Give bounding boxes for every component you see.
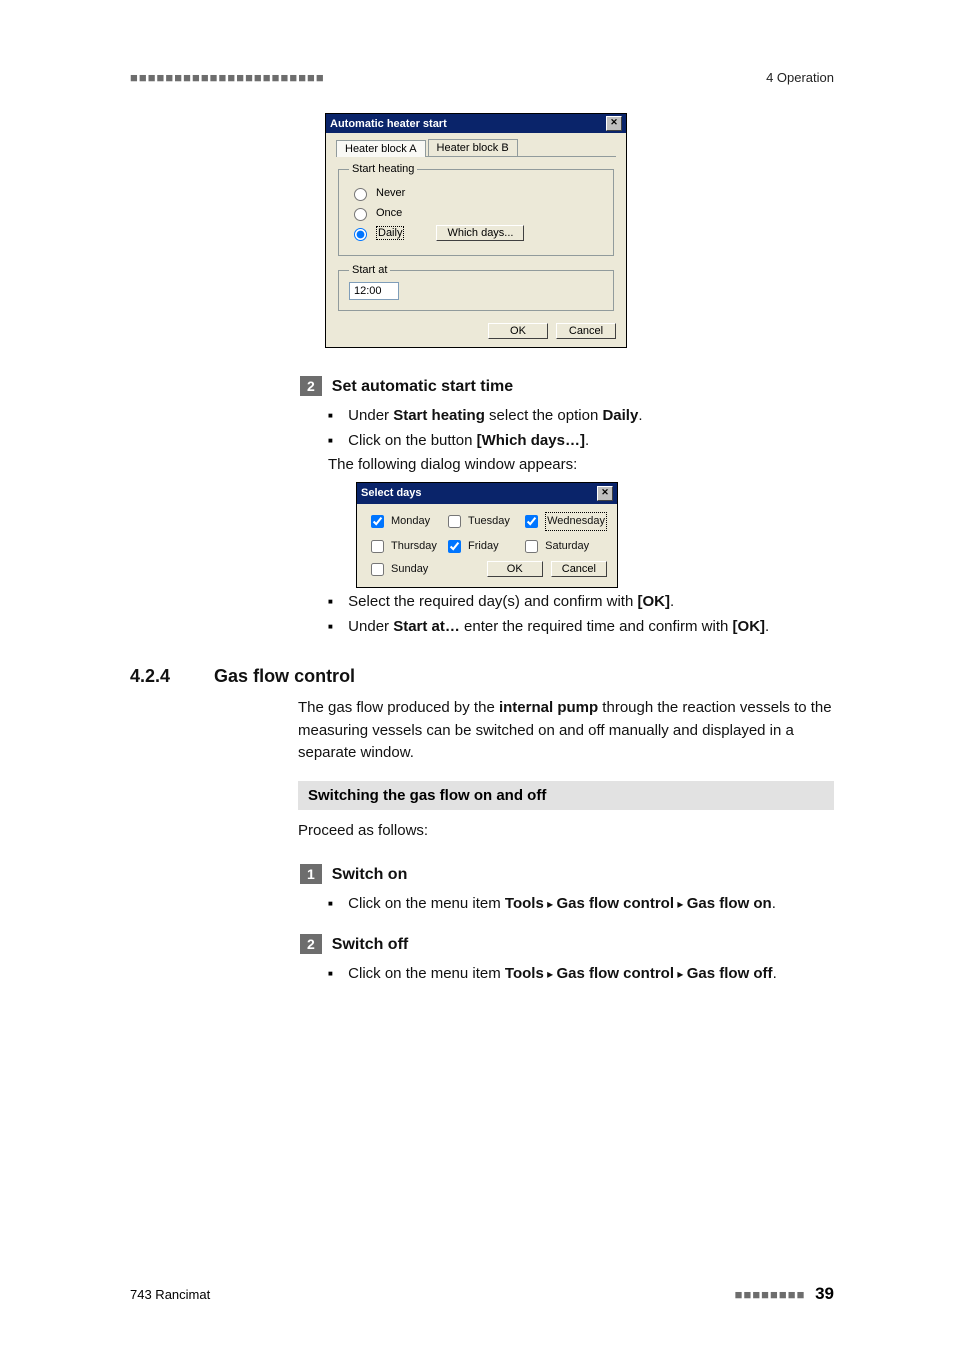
step-title: Switch off [332,936,408,954]
footer-product: 743 Rancimat [130,1287,210,1302]
bullet-item: Click on the button [Which days…]. The f… [328,429,834,588]
start-heating-group: Start heating Never Once Daily Which day… [338,163,614,256]
checkbox-monday[interactable] [371,515,384,528]
start-at-group: Start at 12:00 [338,264,614,311]
step-number: 2 [300,934,322,954]
start-heating-legend: Start heating [349,163,417,175]
automatic-heater-start-dialog: Automatic heater start ✕ Heater block A … [325,113,627,348]
proceed-text: Proceed as follows: [298,820,834,843]
step-number: 1 [300,864,322,884]
section-paragraph: The gas flow produced by the internal pu… [298,697,834,765]
label-never: Never [376,187,405,199]
bullet-item: Click on the menu item Tools ▸ Gas flow … [328,892,834,915]
select-days-dialog: Select days ✕ Monday Tuesday Wednesday T… [356,482,618,588]
section-title: Gas flow control [214,666,355,687]
step-2-block: 2 Set automatic start time Under Start h… [300,376,834,638]
arrow-icon: ▸ [544,897,557,911]
close-icon[interactable]: ✕ [606,116,622,131]
dialog-title: Automatic heater start [330,118,447,130]
step-title: Switch on [332,866,408,884]
page-header: ■■■■■■■■■■■■■■■■■■■■■■ 4 Operation [130,70,834,85]
radio-daily[interactable] [354,228,367,241]
checkbox-saturday[interactable] [525,540,538,553]
page-number: 39 [815,1284,834,1303]
arrow-icon: ▸ [674,967,687,981]
tab-heater-block-b[interactable]: Heater block B [428,139,518,156]
bullet-item: Under Start heating select the option Da… [328,404,834,427]
section-number: 4.2.4 [130,666,170,687]
ok-button[interactable]: OK [488,323,548,339]
page-footer: 743 Rancimat ■■■■■■■■ 39 [130,1284,834,1304]
arrow-icon: ▸ [544,967,557,981]
ok-button[interactable]: OK [487,561,543,577]
bullet-item: Click on the menu item Tools ▸ Gas flow … [328,962,834,985]
bullet-item: Under Start at… enter the required time … [328,615,834,638]
tabs: Heater block A Heater block B [336,139,616,157]
close-icon[interactable]: ✕ [597,486,613,501]
section-heading: 4.2.4 Gas flow control [130,666,834,687]
step-title: Set automatic start time [332,378,513,396]
label-once: Once [376,207,402,219]
which-days-button[interactable]: Which days... [436,225,524,241]
header-dashes: ■■■■■■■■■■■■■■■■■■■■■■ [130,70,325,85]
bullet-item: Select the required day(s) and confirm w… [328,590,834,613]
dialog-title: Select days [361,485,422,502]
radio-once[interactable] [354,208,367,221]
checkbox-wednesday[interactable] [525,515,538,528]
step-2-switch-off: 2 Switch off Click on the menu item Tool… [300,934,834,985]
checkbox-thursday[interactable] [371,540,384,553]
start-time-input[interactable]: 12:00 [349,282,399,300]
footer-dashes: ■■■■■■■■ [735,1287,806,1302]
tab-heater-block-a[interactable]: Heater block A [336,140,426,157]
step-1-switch-on: 1 Switch on Click on the menu item Tools… [300,864,834,915]
checkbox-friday[interactable] [448,540,461,553]
cancel-button[interactable]: Cancel [556,323,616,339]
cancel-button[interactable]: Cancel [551,561,607,577]
dialog-titlebar[interactable]: Automatic heater start ✕ [326,114,626,133]
header-chapter: 4 Operation [766,70,834,85]
step-number: 2 [300,376,322,396]
checkbox-tuesday[interactable] [448,515,461,528]
label-daily: Daily [376,226,404,240]
dialog-titlebar[interactable]: Select days ✕ [357,483,617,504]
sub-heading-bar: Switching the gas flow on and off [298,781,834,810]
start-at-legend: Start at [349,264,390,276]
checkbox-sunday[interactable] [371,563,384,576]
radio-never[interactable] [354,188,367,201]
arrow-icon: ▸ [674,897,687,911]
